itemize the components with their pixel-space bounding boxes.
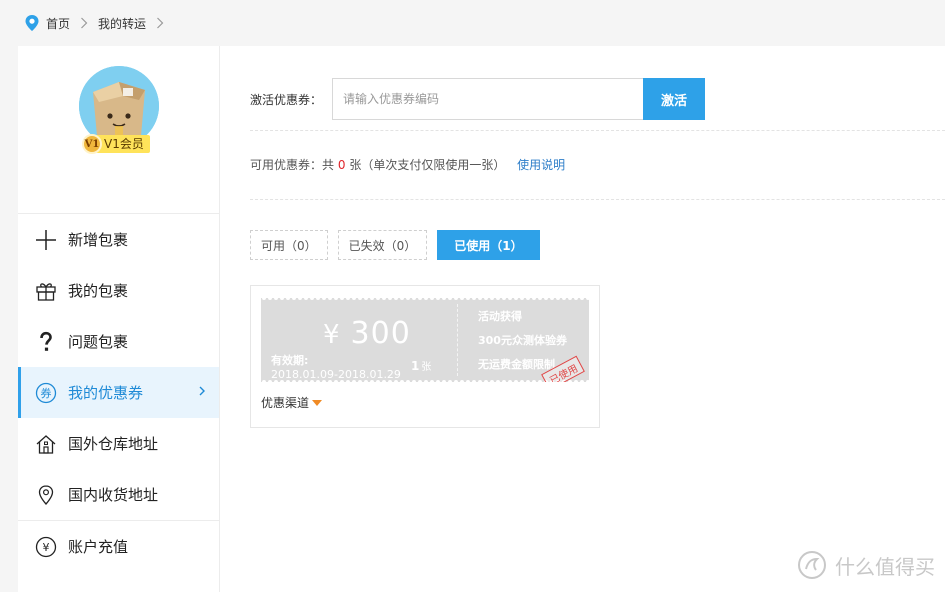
- watermark-text: 什么值得买: [835, 554, 935, 579]
- tab-expired[interactable]: 已失效（0）: [337, 230, 428, 260]
- available-count: 0: [337, 158, 346, 172]
- usage-instructions-link[interactable]: 使用说明: [517, 158, 565, 172]
- divider: [250, 199, 945, 200]
- chevron-right-icon: [157, 17, 164, 29]
- tab-available[interactable]: 可用（0）: [250, 230, 328, 260]
- divider: [250, 130, 945, 131]
- coupon-code-input[interactable]: [332, 78, 644, 120]
- page: 首页 我的转运 V1 V1会员 新增包裹 我的包裹 问题包裹 券 我的优惠券 国…: [0, 0, 945, 592]
- quantity-unit: 张: [421, 362, 432, 373]
- sidebar-item-my-coupons[interactable]: 券 我的优惠券: [18, 367, 219, 418]
- amount-value: 300: [350, 316, 411, 351]
- coupon-icon-glyph: 券: [41, 386, 52, 400]
- channel-label: 优惠渠道: [261, 396, 310, 410]
- ticket-divider: [457, 304, 458, 376]
- sidebar: V1 V1会员 新增包裹 我的包裹 问题包裹 券 我的优惠券 国外仓库地址 国内…: [18, 46, 220, 592]
- summary-suffix: 张（单次支付仅限使用一张）: [349, 158, 506, 172]
- activate-coupon-row: 激活优惠券： 激活: [250, 78, 706, 120]
- coupon-name: 300元众测体验券: [478, 334, 567, 347]
- breadcrumb: 首页 我的转运: [0, 0, 945, 46]
- caret-down-icon: [312, 399, 323, 406]
- chevron-right-icon: [199, 386, 205, 396]
- sidebar-item-label: 国内收货地址: [68, 486, 159, 504]
- vip-label: V1会员: [96, 135, 150, 153]
- location-pin-icon: [34, 483, 58, 507]
- sidebar-item-problem-packages[interactable]: 问题包裹: [18, 316, 219, 367]
- watermark-logo-icon: [798, 551, 826, 579]
- sidebar-item-my-packages[interactable]: 我的包裹: [18, 265, 219, 316]
- watermark: 什么值得买: [797, 550, 935, 580]
- summary-prefix: 可用优惠券：共: [250, 158, 335, 172]
- sidebar-item-recharge[interactable]: ¥ 账户充值: [18, 521, 219, 572]
- tab-used[interactable]: 已使用（1）: [437, 230, 540, 260]
- currency-symbol: ¥: [323, 320, 341, 350]
- gift-box-icon: [34, 279, 58, 303]
- yen-icon-glyph: ¥: [43, 541, 50, 554]
- chevron-right-icon: [81, 17, 88, 29]
- coupon-icon: 券: [34, 381, 58, 405]
- coupon-ticket[interactable]: ¥300 有效期: 2018.01.09-2018.01.29 1张 活动获得 …: [261, 298, 589, 382]
- sidebar-item-label: 国外仓库地址: [68, 435, 159, 453]
- vip-badge-icon: V1: [82, 134, 102, 154]
- breadcrumb-current[interactable]: 我的转运: [98, 15, 146, 32]
- quantity-value: 1: [411, 359, 420, 373]
- sidebar-item-overseas-warehouse[interactable]: 国外仓库地址: [18, 418, 219, 469]
- sidebar-item-label: 问题包裹: [68, 333, 129, 351]
- sidebar-item-label: 我的优惠券: [68, 384, 144, 402]
- sidebar-item-domestic-address[interactable]: 国内收货地址: [18, 469, 219, 520]
- coupon-channel-toggle[interactable]: 优惠渠道: [261, 394, 323, 411]
- sidebar-item-label: 账户充值: [68, 538, 129, 556]
- plus-icon: [34, 228, 58, 252]
- coupon-source: 活动获得: [478, 310, 522, 323]
- sidebar-item-add-package[interactable]: 新增包裹: [18, 214, 219, 265]
- coupon-quantity: 1张: [411, 358, 431, 373]
- yen-icon: ¥: [34, 535, 58, 559]
- coupon-card: ¥300 有效期: 2018.01.09-2018.01.29 1张 活动获得 …: [250, 285, 600, 428]
- breadcrumb-home-link[interactable]: 首页: [46, 15, 70, 32]
- vip-level-badge: V1 V1会员: [82, 134, 150, 154]
- main-panel: 激活优惠券： 激活 可用优惠券：共 0 张（单次支付仅限使用一张） 使用说明 可…: [220, 46, 945, 592]
- sidebar-item-label: 我的包裹: [68, 282, 129, 300]
- sidebar-item-label: 新增包裹: [68, 231, 129, 249]
- question-icon: [34, 330, 58, 354]
- location-pin-icon: [25, 15, 39, 31]
- coupon-amount: ¥300: [323, 316, 411, 351]
- ticket-edge: [261, 298, 589, 302]
- house-icon: [34, 432, 58, 456]
- coupon-summary: 可用优惠券：共 0 张（单次支付仅限使用一张） 使用说明: [250, 156, 565, 173]
- profile-panel: V1 V1会员: [18, 46, 219, 214]
- valid-label: 有效期:: [271, 354, 309, 367]
- valid-range: 2018.01.09-2018.01.29: [271, 368, 401, 381]
- activate-label: 激活优惠券：: [250, 92, 323, 107]
- activate-button[interactable]: 激活: [643, 78, 706, 120]
- coupon-condition: 无运费金额限制: [478, 358, 555, 371]
- coupon-tabs: 可用（0） 已失效（0） 已使用（1）: [250, 230, 550, 260]
